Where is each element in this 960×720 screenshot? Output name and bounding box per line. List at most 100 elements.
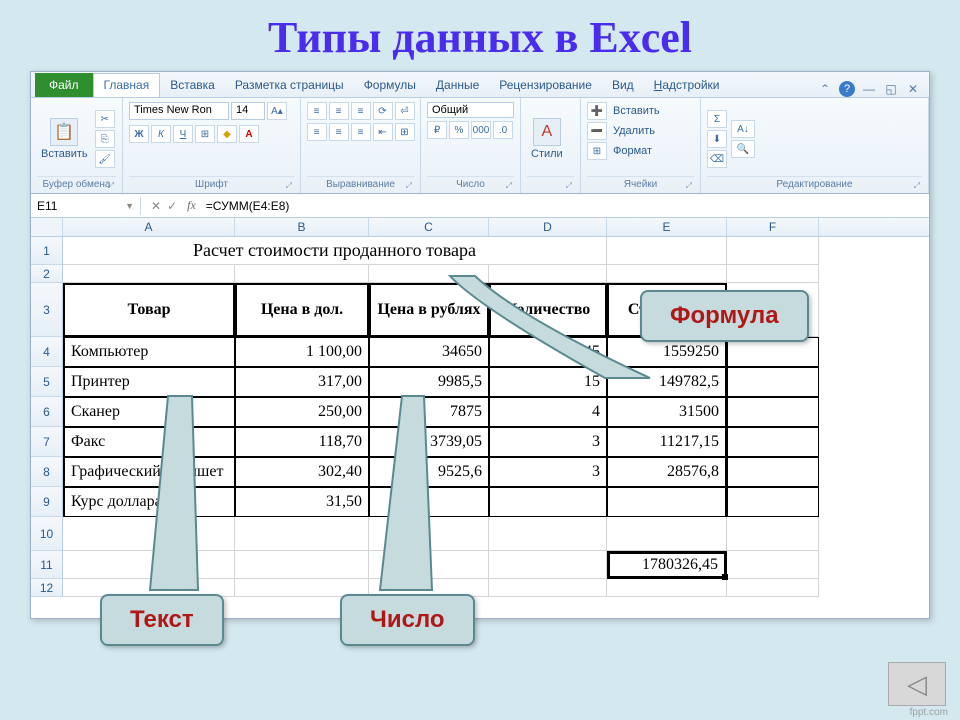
cut-button[interactable]: ✂ xyxy=(95,110,115,128)
delete-cells-button[interactable]: ➖Удалить xyxy=(587,122,694,140)
cell-cost[interactable]: 149782,5 xyxy=(607,367,727,397)
tab-view[interactable]: Вид xyxy=(602,74,644,97)
cell-qty[interactable] xyxy=(489,487,607,517)
cell-qty[interactable]: 15 xyxy=(489,367,607,397)
font-size-select[interactable]: 14 xyxy=(231,102,265,120)
cell-cost[interactable]: 11217,15 xyxy=(607,427,727,457)
cell-price-usd[interactable]: 302,40 xyxy=(235,457,369,487)
cell-product[interactable]: Графический планшет xyxy=(63,457,235,487)
cell-product[interactable]: Сканер xyxy=(63,397,235,427)
cell-price-rub[interactable]: 7875 xyxy=(369,397,489,427)
fill-color-button[interactable]: ◆ xyxy=(217,125,237,143)
tab-insert[interactable]: Вставка xyxy=(160,74,225,97)
find-button[interactable]: 🔍 xyxy=(731,140,755,158)
tab-review[interactable]: Рецензирование xyxy=(489,74,602,97)
accept-formula-icon[interactable]: ✓ xyxy=(167,199,177,213)
header-product[interactable]: Товар xyxy=(63,283,235,337)
cancel-formula-icon[interactable]: ✕ xyxy=(151,199,161,213)
fill-button[interactable]: ⬇ xyxy=(707,130,727,148)
align-right-button[interactable]: ≡ xyxy=(351,123,371,141)
col-header-f[interactable]: F xyxy=(727,218,819,236)
grow-font-button[interactable]: A▴ xyxy=(267,102,287,120)
col-header-d[interactable]: D xyxy=(489,218,607,236)
minimize-ribbon-icon[interactable]: ⌃ xyxy=(817,81,833,97)
percent-button[interactable]: % xyxy=(449,121,469,139)
tab-page-layout[interactable]: Разметка страницы xyxy=(225,74,354,97)
align-center-button[interactable]: ≡ xyxy=(329,123,349,141)
cell-price-rub[interactable] xyxy=(369,487,489,517)
inc-decimal-button[interactable]: .0 xyxy=(493,121,513,139)
col-header-b[interactable]: B xyxy=(235,218,369,236)
clear-button[interactable]: ⌫ xyxy=(707,150,727,168)
cell-cost[interactable]: 31500 xyxy=(607,397,727,427)
cell-cost[interactable] xyxy=(607,487,727,517)
align-middle-button[interactable]: ≡ xyxy=(329,102,349,120)
orientation-button[interactable]: ⟳ xyxy=(373,102,393,120)
sort-button[interactable]: A↓ xyxy=(731,120,755,138)
header-price-rub[interactable]: Цена в рублях xyxy=(369,283,489,337)
autosum-button[interactable]: Σ xyxy=(707,110,727,128)
tab-formulas[interactable]: Формулы xyxy=(354,74,426,97)
cell-price-usd[interactable]: 317,00 xyxy=(235,367,369,397)
tab-addins[interactable]: Надстройки xyxy=(644,74,730,97)
col-header-e[interactable]: E xyxy=(607,218,727,236)
align-left-button[interactable]: ≡ xyxy=(307,123,327,141)
total-cell[interactable]: 1780326,45 xyxy=(607,551,727,579)
align-bottom-button[interactable]: ≡ xyxy=(351,102,371,120)
copy-button[interactable]: ⎘ xyxy=(95,130,115,148)
cell-price-rub[interactable]: 9985,5 xyxy=(369,367,489,397)
header-price-usd[interactable]: Цена в дол. xyxy=(235,283,369,337)
cell-product[interactable]: Принтер xyxy=(63,367,235,397)
window-minimize-icon[interactable]: — xyxy=(861,81,877,97)
cell-qty[interactable]: 45 xyxy=(489,337,607,367)
currency-button[interactable]: ₽ xyxy=(427,121,447,139)
tab-data[interactable]: Данные xyxy=(426,74,489,97)
number-format-select[interactable]: Общий xyxy=(427,102,514,118)
styles-button[interactable]: A Стили xyxy=(527,116,567,162)
format-cells-button[interactable]: ⊞Формат xyxy=(587,142,694,160)
underline-button[interactable]: Ч xyxy=(173,125,193,143)
cell-cost[interactable]: 28576,8 xyxy=(607,457,727,487)
window-close-icon[interactable]: ✕ xyxy=(905,81,921,97)
font-name-select[interactable]: Times New Ron xyxy=(129,102,229,120)
tab-home[interactable]: Главная xyxy=(93,73,161,97)
font-color-button[interactable]: A xyxy=(239,125,259,143)
select-all-corner[interactable] xyxy=(31,218,63,236)
sheet-title[interactable]: Расчет стоимости проданного товара xyxy=(63,237,607,265)
cell-price-rub[interactable]: 3739,05 xyxy=(369,427,489,457)
merge-button[interactable]: ⊞ xyxy=(395,123,415,141)
sheet-area[interactable]: A B C D E F 1 Расчет стоимости проданног… xyxy=(31,218,929,597)
help-icon[interactable]: ? xyxy=(839,81,855,97)
cell-product[interactable]: Факс xyxy=(63,427,235,457)
bold-button[interactable]: Ж xyxy=(129,125,149,143)
fx-icon[interactable]: fx xyxy=(187,198,196,213)
cell-price-usd[interactable]: 118,70 xyxy=(235,427,369,457)
italic-button[interactable]: К xyxy=(151,125,171,143)
thousands-button[interactable]: 000 xyxy=(471,121,491,139)
cell-product[interactable]: Курс доллара xyxy=(63,487,235,517)
cell-price-rub[interactable]: 9525,6 xyxy=(369,457,489,487)
align-top-button[interactable]: ≡ xyxy=(307,102,327,120)
cell-qty[interactable]: 4 xyxy=(489,397,607,427)
cell-qty[interactable]: 3 xyxy=(489,457,607,487)
col-header-c[interactable]: C xyxy=(369,218,489,236)
cell-product[interactable]: Компьютер xyxy=(63,337,235,367)
wrap-text-button[interactable]: ⏎ xyxy=(395,102,415,120)
format-painter-button[interactable]: 🖌 xyxy=(95,150,115,168)
header-quantity[interactable]: Количество xyxy=(489,283,607,337)
indent-dec-button[interactable]: ⇤ xyxy=(373,123,393,141)
insert-cells-button[interactable]: ➕Вставить xyxy=(587,102,694,120)
cell-price-usd[interactable]: 1 100,00 xyxy=(235,337,369,367)
formula-input[interactable]: =СУММ(E4:E8) xyxy=(202,197,929,215)
cell-price-usd[interactable]: 31,50 xyxy=(235,487,369,517)
prev-slide-button[interactable]: ◁ xyxy=(888,662,946,706)
cell-qty[interactable]: 3 xyxy=(489,427,607,457)
border-button[interactable]: ⊞ xyxy=(195,125,215,143)
tab-file[interactable]: Файл xyxy=(35,73,93,97)
cell-price-usd[interactable]: 250,00 xyxy=(235,397,369,427)
cell-price-rub[interactable]: 34650 xyxy=(369,337,489,367)
paste-button[interactable]: 📋 Вставить xyxy=(37,116,92,162)
window-restore-icon[interactable]: ◱ xyxy=(883,81,899,97)
col-header-a[interactable]: A xyxy=(63,218,235,236)
name-box[interactable]: E11▼ xyxy=(31,197,141,215)
